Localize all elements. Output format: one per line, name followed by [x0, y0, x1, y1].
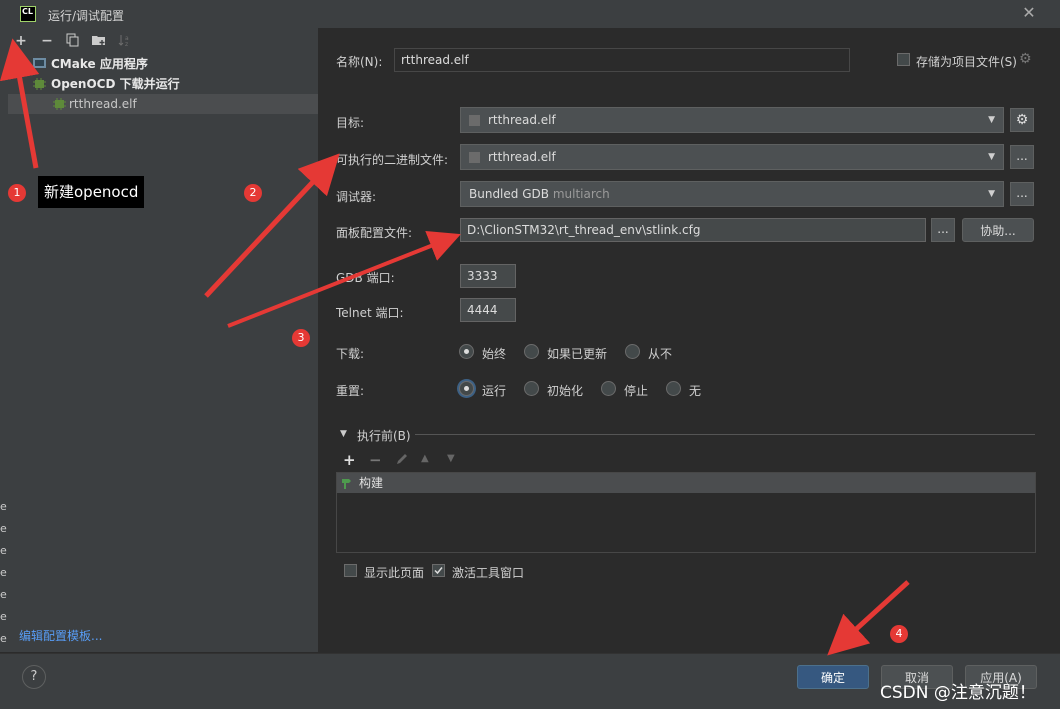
- arrow-2: [204, 153, 340, 298]
- annotation-number-3: 3: [292, 329, 310, 347]
- arrow-3: [227, 230, 461, 328]
- annotation-arrows: [0, 38, 910, 656]
- annotation-number-1: 1: [8, 184, 26, 202]
- annotation-number-4: 4: [890, 625, 908, 643]
- annotation-number-2: 2: [244, 184, 262, 202]
- arrow-1: [0, 38, 40, 169]
- annotation-tooltip: 新建openocd: [38, 176, 145, 208]
- csdn-watermark: CSDN @注意沉题！: [880, 683, 1036, 703]
